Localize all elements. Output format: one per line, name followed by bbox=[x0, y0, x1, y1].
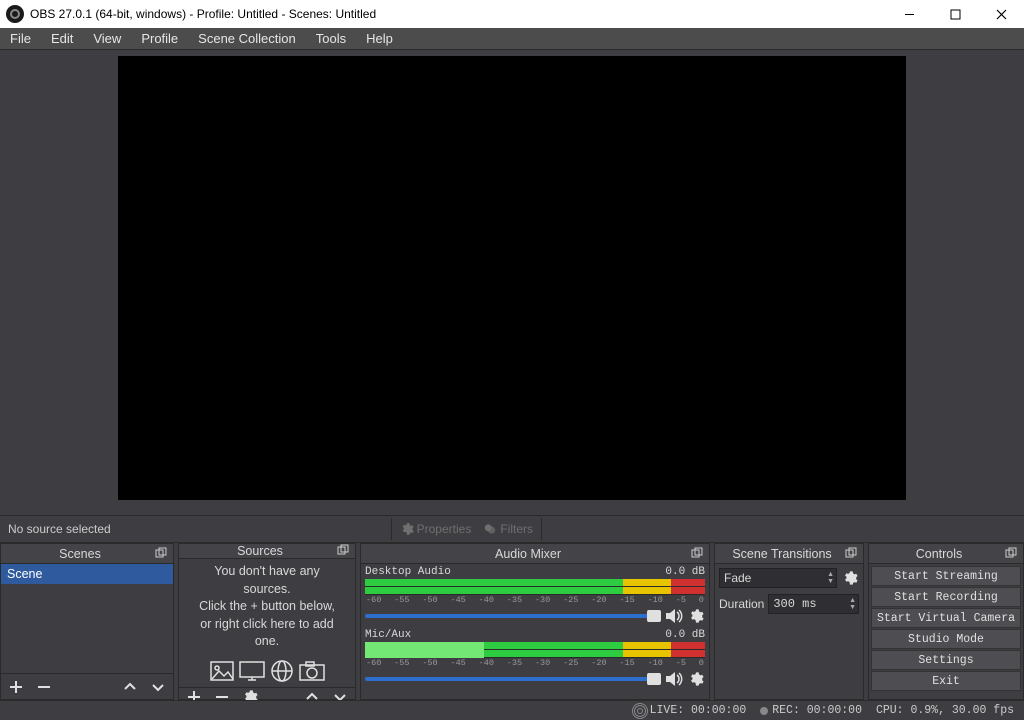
transition-settings-button[interactable] bbox=[841, 569, 859, 587]
start-virtual-camera-button[interactable]: Start Virtual Camera bbox=[871, 608, 1021, 628]
maximize-button[interactable] bbox=[932, 0, 978, 28]
channel-name: Mic/Aux bbox=[365, 629, 411, 641]
start-recording-button[interactable]: Start Recording bbox=[871, 587, 1021, 607]
audio-mixer-dock: Audio Mixer Desktop Audio 0.0 dB bbox=[360, 543, 710, 700]
window-title: OBS 27.0.1 (64-bit, windows) - Profile: … bbox=[30, 7, 886, 21]
gear-icon[interactable] bbox=[687, 607, 705, 625]
speaker-icon[interactable] bbox=[665, 670, 683, 688]
preview-area bbox=[0, 50, 1024, 515]
controls-dock: Controls Start Streaming Start Recording… bbox=[868, 543, 1024, 700]
duration-label: Duration bbox=[719, 597, 764, 611]
duration-spinbox[interactable]: 300 ms ▲▼ bbox=[768, 594, 859, 614]
menu-edit[interactable]: Edit bbox=[41, 28, 83, 49]
controls-title: Controls bbox=[873, 547, 1005, 561]
gear-icon[interactable] bbox=[687, 670, 705, 688]
preview-canvas[interactable] bbox=[118, 56, 906, 500]
menu-scene-collection[interactable]: Scene Collection bbox=[188, 28, 306, 49]
audio-meter bbox=[365, 642, 705, 658]
menu-profile[interactable]: Profile bbox=[131, 28, 188, 49]
scenes-toolbar bbox=[1, 673, 173, 699]
menu-tools[interactable]: Tools bbox=[306, 28, 356, 49]
status-live: LIVE: 00:00:00 bbox=[634, 704, 747, 717]
popout-icon[interactable] bbox=[155, 547, 169, 561]
speaker-icon[interactable] bbox=[665, 607, 683, 625]
sources-empty-line3: or right click here to add one. bbox=[189, 616, 345, 651]
exit-button[interactable]: Exit bbox=[871, 671, 1021, 691]
studio-mode-button[interactable]: Studio Mode bbox=[871, 629, 1021, 649]
camera-source-icon bbox=[299, 659, 325, 683]
volume-slider[interactable] bbox=[365, 614, 661, 618]
channel-name: Desktop Audio bbox=[365, 566, 451, 578]
sources-empty[interactable]: You don't have any sources. Click the + … bbox=[179, 559, 355, 687]
duration-value: 300 ms bbox=[769, 597, 847, 611]
popout-icon[interactable] bbox=[845, 547, 859, 561]
move-scene-up-button[interactable] bbox=[121, 678, 139, 696]
menu-help[interactable]: Help bbox=[356, 28, 403, 49]
transitions-dock: Scene Transitions Fade ▲▼ Duration 300 m… bbox=[714, 543, 864, 700]
mixer-channel: Mic/Aux 0.0 dB -60-55-50-45-40-35-30-25-… bbox=[365, 629, 705, 688]
scenes-dock: Scenes Scene bbox=[0, 543, 174, 700]
transitions-title: Scene Transitions bbox=[719, 547, 845, 561]
context-status: No source selected bbox=[0, 522, 119, 536]
transition-select[interactable]: Fade ▲▼ bbox=[719, 568, 837, 588]
menu-file[interactable]: File bbox=[0, 28, 41, 49]
close-button[interactable] bbox=[978, 0, 1024, 28]
audio-mixer-title: Audio Mixer bbox=[365, 547, 691, 561]
sources-empty-line2: Click the + button below, bbox=[199, 598, 335, 616]
filters-icon bbox=[483, 522, 497, 536]
channel-level: 0.0 dB bbox=[665, 629, 705, 641]
minimize-button[interactable] bbox=[886, 0, 932, 28]
audio-meter bbox=[365, 579, 705, 595]
popout-icon[interactable] bbox=[337, 544, 351, 558]
status-cpu: CPU: 0.9%, 30.00 fps bbox=[876, 704, 1014, 717]
titlebar: OBS 27.0.1 (64-bit, windows) - Profile: … bbox=[0, 0, 1024, 28]
scene-item[interactable]: Scene bbox=[1, 564, 173, 584]
status-rec: REC: 00:00:00 bbox=[760, 704, 862, 717]
docks-row: Scenes Scene Sources You don't have any … bbox=[0, 543, 1024, 700]
properties-label: Properties bbox=[417, 522, 472, 536]
move-scene-down-button[interactable] bbox=[149, 678, 167, 696]
gear-icon bbox=[400, 522, 414, 536]
start-streaming-button[interactable]: Start Streaming bbox=[871, 566, 1021, 586]
menubar: File Edit View Profile Scene Collection … bbox=[0, 28, 1024, 50]
sources-dock: Sources You don't have any sources. Clic… bbox=[178, 543, 356, 700]
image-source-icon bbox=[209, 659, 235, 683]
volume-slider[interactable] bbox=[365, 677, 661, 681]
broadcast-icon bbox=[634, 705, 646, 717]
filters-button[interactable]: Filters bbox=[477, 519, 539, 539]
browser-source-icon bbox=[269, 659, 295, 683]
settings-button[interactable]: Settings bbox=[871, 650, 1021, 670]
record-dot-icon bbox=[760, 707, 768, 715]
sources-title: Sources bbox=[183, 544, 337, 558]
sources-empty-line1: You don't have any sources. bbox=[189, 563, 345, 598]
app-icon bbox=[6, 5, 24, 23]
popout-icon[interactable] bbox=[691, 547, 705, 561]
scenes-title: Scenes bbox=[5, 547, 155, 561]
scenes-list[interactable]: Scene bbox=[1, 564, 173, 673]
transition-value: Fade bbox=[720, 571, 825, 585]
filters-label: Filters bbox=[500, 522, 533, 536]
mixer-channel: Desktop Audio 0.0 dB -60-55-50-45-40-35-… bbox=[365, 566, 705, 625]
menu-view[interactable]: View bbox=[83, 28, 131, 49]
channel-level: 0.0 dB bbox=[665, 566, 705, 578]
properties-button[interactable]: Properties bbox=[394, 519, 478, 539]
popout-icon[interactable] bbox=[1005, 547, 1019, 561]
context-toolbar: No source selected Properties Filters bbox=[0, 515, 1024, 543]
statusbar: LIVE: 00:00:00 REC: 00:00:00 CPU: 0.9%, … bbox=[0, 700, 1024, 720]
display-source-icon bbox=[239, 659, 265, 683]
remove-scene-button[interactable] bbox=[35, 678, 53, 696]
add-scene-button[interactable] bbox=[7, 678, 25, 696]
